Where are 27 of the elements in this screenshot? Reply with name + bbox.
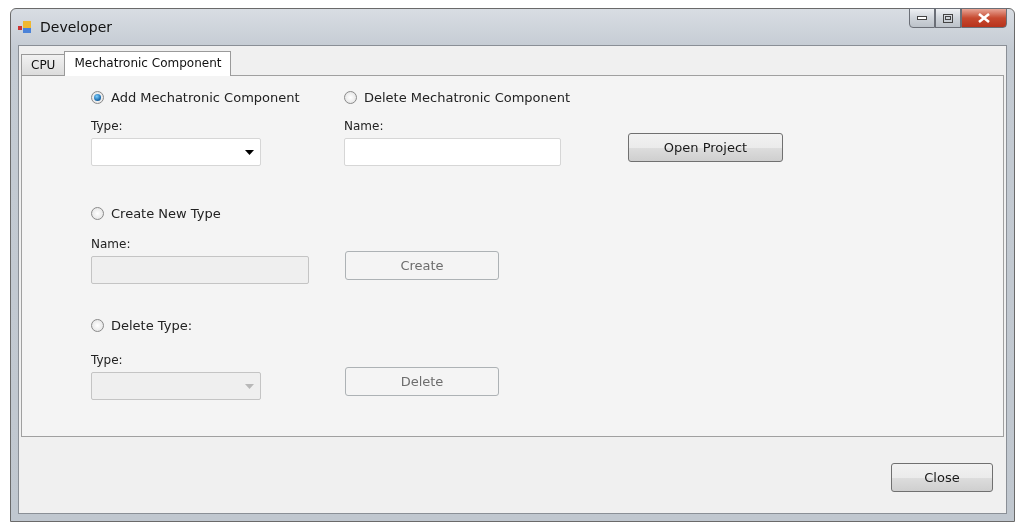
radio-button[interactable] [91, 91, 104, 104]
close-icon [978, 13, 990, 23]
maximize-button[interactable] [935, 8, 961, 28]
radio-option[interactable]: Add Mechatronic Component [91, 90, 300, 105]
radio-button[interactable] [344, 91, 357, 104]
radio-option[interactable]: Delete Mechatronic Component [344, 90, 571, 105]
dropdown-arrow-icon [245, 149, 254, 155]
tab[interactable]: CPU [21, 54, 66, 76]
text-field[interactable] [344, 138, 561, 166]
window-title: Developer [40, 19, 112, 35]
dropdown-arrow-icon [245, 383, 254, 389]
radio-option[interactable]: Delete Type: [91, 318, 193, 333]
maximize-icon [943, 13, 953, 23]
radio-button[interactable] [91, 319, 104, 332]
close-button[interactable]: Close [891, 463, 993, 492]
field-label: Name: [91, 237, 132, 251]
minimize-button[interactable] [909, 8, 935, 28]
tab[interactable]: Mechatronic Component [64, 51, 232, 76]
field-label: Type: [91, 119, 124, 133]
close-window-button[interactable] [961, 8, 1007, 28]
field-label: Name: [344, 119, 385, 133]
field-label: Type: [91, 353, 124, 367]
radio-button[interactable] [91, 207, 104, 220]
radio-option[interactable]: Create New Type [91, 206, 221, 221]
app-icon [18, 20, 32, 34]
minimize-icon [917, 16, 927, 20]
open-project-button[interactable]: Open Project [628, 133, 783, 162]
